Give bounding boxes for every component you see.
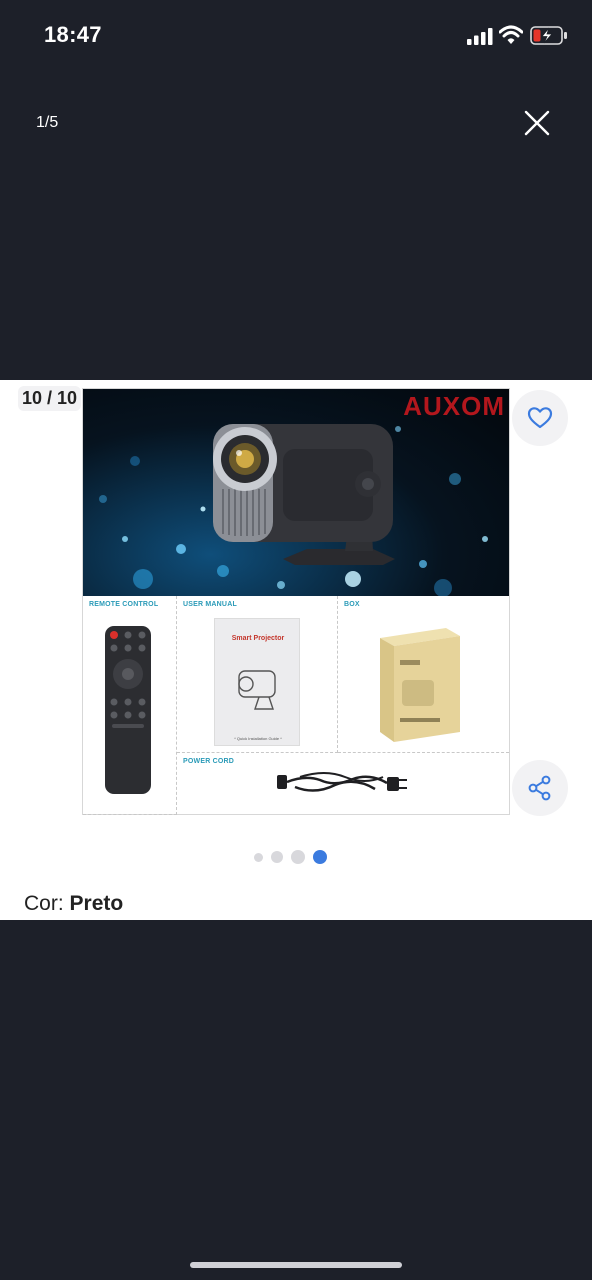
brand-logo: AUXOM <box>403 391 505 421</box>
carousel-dot-active[interactable] <box>313 850 327 864</box>
power-cord-illustration <box>277 772 407 792</box>
favorite-button[interactable] <box>512 390 568 446</box>
panel-box-label: BOX <box>344 601 360 608</box>
color-selection: Cor: Preto <box>24 892 123 916</box>
product-image[interactable]: AUXOM REMOTE CONTROL USER MANUAL Smart P… <box>82 388 510 815</box>
manual-footer: * Quick Installation Guide * <box>234 736 282 741</box>
manual-booklet: Smart Projector * Quick Installation Gui… <box>214 618 300 746</box>
status-bar: 18:47 <box>0 0 592 70</box>
product-card: 10 / 10 AUXOM REMOTE CONTROL USER MANUAL… <box>0 380 592 920</box>
viewer-counter: 1/5 <box>36 114 59 131</box>
viewer-overlay <box>0 70 592 380</box>
manual-title: Smart Projector <box>231 635 285 642</box>
panel-box: BOX <box>338 596 509 753</box>
panel-remote: REMOTE CONTROL <box>83 596 177 815</box>
cellular-signal-icon <box>467 28 493 45</box>
panel-manual-label: USER MANUAL <box>183 601 237 608</box>
panel-remote-label: REMOTE CONTROL <box>89 601 159 608</box>
heart-icon <box>527 407 553 429</box>
image-index-badge: 10 / 10 <box>18 386 82 411</box>
battery-charging-icon <box>530 26 567 45</box>
remote-control-illustration <box>105 626 151 794</box>
home-indicator <box>190 1262 402 1268</box>
carousel-dot[interactable] <box>254 852 263 862</box>
manual-projector-sketch <box>238 670 276 710</box>
panel-cord: POWER CORD <box>177 753 509 815</box>
carousel-dot[interactable] <box>291 850 305 864</box>
wifi-icon <box>499 25 523 44</box>
share-button[interactable] <box>512 760 568 816</box>
close-icon[interactable] <box>520 106 554 140</box>
hero-image: AUXOM <box>83 389 509 596</box>
color-value: Preto <box>69 892 124 915</box>
status-time: 18:47 <box>44 22 102 47</box>
share-icon <box>528 775 551 801</box>
color-label: Cor: <box>24 892 64 915</box>
panel-cord-label: POWER CORD <box>183 758 234 765</box>
box-illustration <box>380 628 460 742</box>
panel-manual: USER MANUAL Smart Projector * Quick Inst… <box>177 596 338 753</box>
carousel-dot[interactable] <box>271 851 283 863</box>
carousel-dots <box>254 849 327 865</box>
